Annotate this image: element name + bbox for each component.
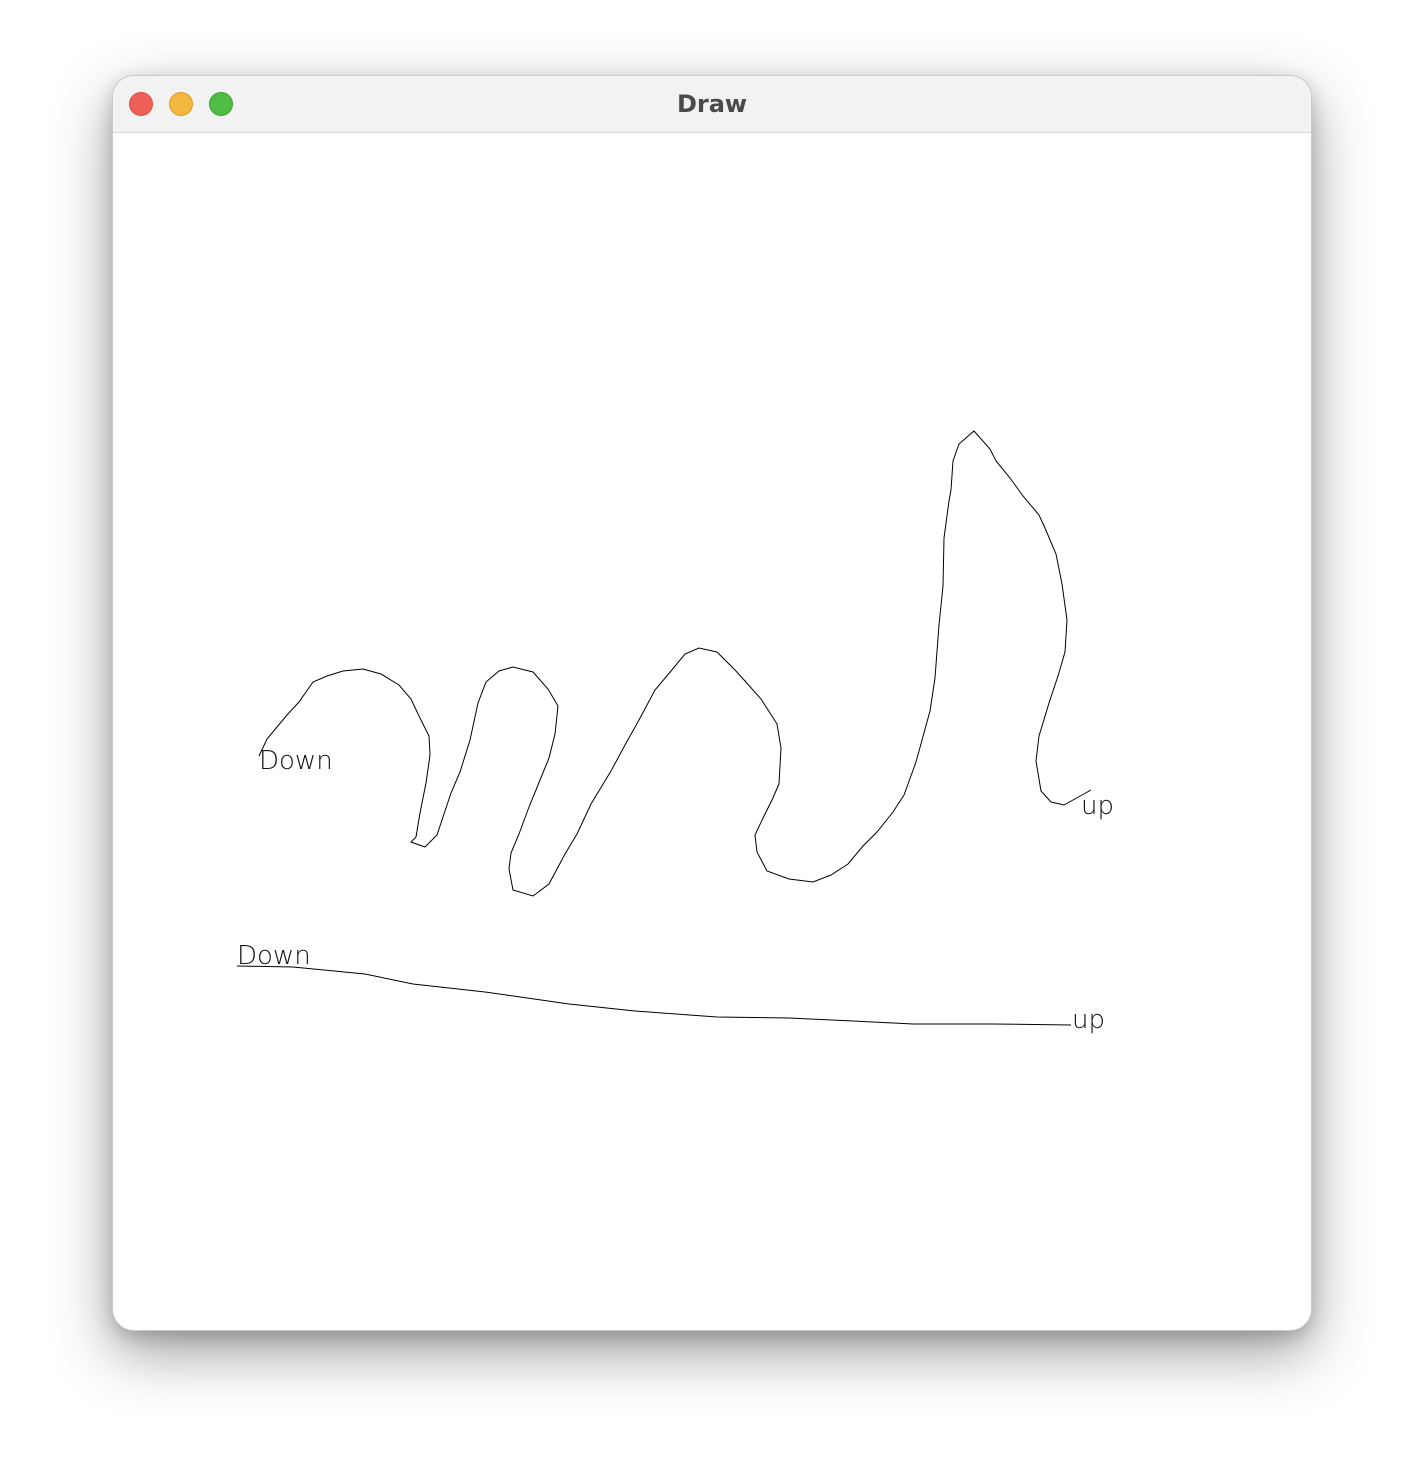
window-title: Draw (676, 90, 748, 118)
draw-window: Draw Down up Down up (112, 75, 1312, 1331)
stroke-2-end-label: up (1072, 1005, 1105, 1035)
stroke-2-start-label: Down (237, 941, 311, 971)
stroke-1-end-label: up (1081, 791, 1114, 821)
stroke-1-start-label: Down (259, 746, 333, 776)
stroke-2-path (236, 965, 1072, 1026)
drawing-surface[interactable]: Down up Down up (113, 133, 1312, 1331)
stroke-1-path (258, 430, 1092, 897)
drawing-canvas[interactable]: Down up Down up (113, 133, 1312, 1331)
title-bar[interactable]: Draw (113, 76, 1311, 133)
